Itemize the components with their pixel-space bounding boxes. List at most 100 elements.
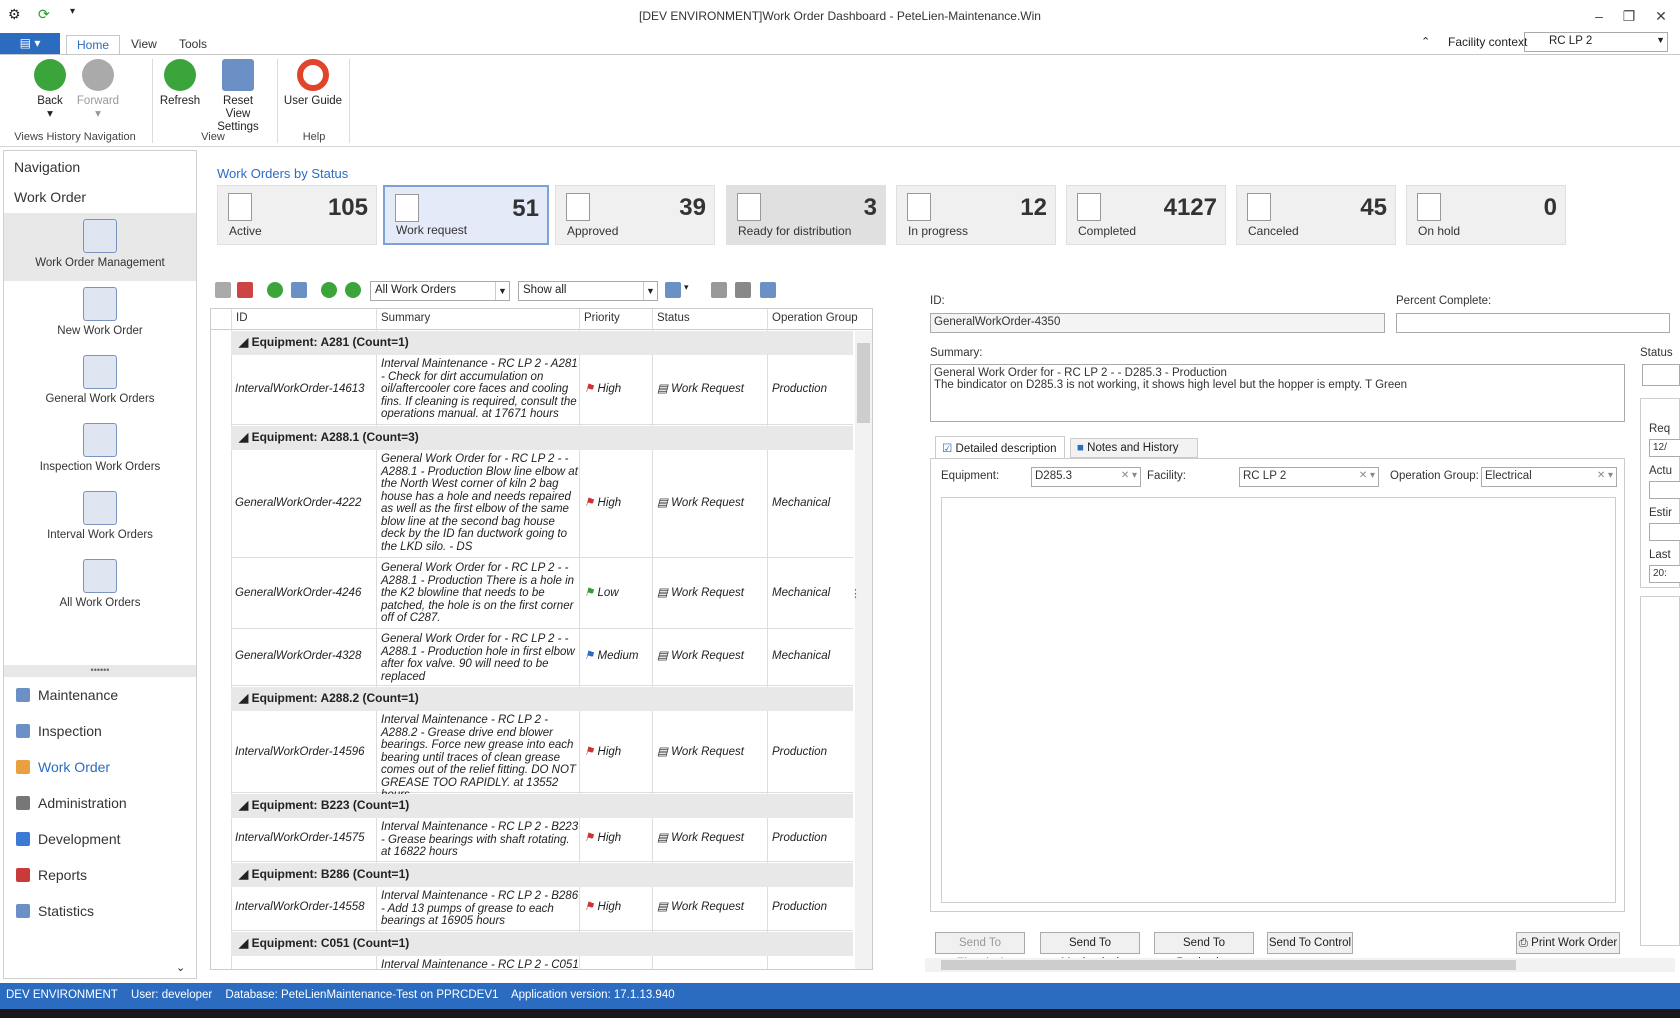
module-statistics[interactable]: Statistics <box>4 893 196 929</box>
tab-notes-and-history[interactable]: ■ Notes and History <box>1070 438 1198 458</box>
status-label: Status <box>1640 347 1673 359</box>
nav-item-new-work-order[interactable]: New Work Order <box>4 281 196 349</box>
group-row[interactable]: ◢ Equipment: C051 (Count=1) <box>231 932 853 956</box>
column-header-status[interactable]: Status <box>657 312 690 324</box>
priority-flag-icon: ⚑ <box>584 901 595 913</box>
module-maintenance[interactable]: Maintenance <box>4 677 196 713</box>
tab-tools[interactable]: Tools <box>169 35 217 54</box>
status-icon: ▤ <box>657 832 668 844</box>
clear-icon[interactable]: ✕ ▾ <box>1121 470 1137 481</box>
file-menu-button[interactable]: ▤ ▾ <box>0 33 60 54</box>
status-field[interactable] <box>1642 364 1680 386</box>
grid-scrollbar[interactable] <box>855 331 872 969</box>
move-down-icon[interactable] <box>345 282 361 298</box>
clear-icon[interactable]: ✕ ▾ <box>1597 470 1613 481</box>
settings-icon[interactable] <box>711 282 727 298</box>
table-row[interactable]: IntervalWorkOrder-14575 Interval Mainten… <box>231 818 853 862</box>
export-icon[interactable] <box>291 282 307 298</box>
status-card-completed[interactable]: 4127 Completed <box>1066 185 1226 245</box>
module-development[interactable]: Development <box>4 821 196 857</box>
status-card-ready-for-distribution[interactable]: 3 Ready for distribution <box>726 185 886 245</box>
group-row[interactable]: ◢ Equipment: B223 (Count=1) <box>231 794 853 818</box>
nav-item-general-work-orders[interactable]: General Work Orders <box>4 349 196 417</box>
module-work-order[interactable]: Work Order <box>4 749 196 785</box>
chevron-down-icon[interactable]: ▾ <box>684 282 689 293</box>
preview-icon[interactable] <box>760 282 776 298</box>
equipment-field[interactable]: D285.3 ✕ ▾ <box>1031 467 1141 487</box>
work-order-filter-select[interactable]: All Work Orders ▼ <box>370 281 510 301</box>
show-filter-select[interactable]: Show all ▼ <box>518 281 658 301</box>
table-row[interactable]: IntervalWorkOrder-14558 Interval Mainten… <box>231 887 853 931</box>
status-card-approved[interactable]: 39 Approved <box>555 185 715 245</box>
dashboard-title: Work Orders by Status <box>217 166 349 181</box>
forward-button[interactable]: Forward ▾ <box>74 59 122 121</box>
group-row[interactable]: ◢ Equipment: A288.2 (Count=1) <box>231 687 853 711</box>
user-guide-button[interactable]: User Guide <box>283 59 343 108</box>
facility-field[interactable]: RC LP 2 ✕ ▾ <box>1239 467 1379 487</box>
tab-content: Equipment: D285.3 ✕ ▾ Facility: RC LP 2 ✕ … <box>930 458 1625 912</box>
status-card-in-progress[interactable]: 12 In progress <box>896 185 1056 245</box>
reset-view-settings-button[interactable]: Reset View Settings <box>210 59 266 134</box>
clear-icon[interactable]: ✕ ▾ <box>1359 470 1375 481</box>
table-row[interactable]: GeneralWorkOrder-4246 General Work Order… <box>231 559 853 629</box>
tab-home[interactable]: Home <box>66 35 121 55</box>
collapse-ribbon-icon[interactable]: ⌃ <box>1421 35 1430 48</box>
percent-complete-field[interactable] <box>1396 313 1670 333</box>
summary-field[interactable]: General Work Order for - RC LP 2 - - D28… <box>930 364 1625 422</box>
group-row[interactable]: ◢ Equipment: A281 (Count=1) <box>231 331 853 355</box>
active-icon <box>228 193 252 221</box>
status-card-work-request[interactable]: 51 Work request <box>383 185 549 245</box>
table-row[interactable]: GeneralWorkOrder-4222 General Work Order… <box>231 450 853 558</box>
horizontal-scrollbar[interactable] <box>925 958 1675 972</box>
status-card-on-hold[interactable]: 0 On hold <box>1406 185 1566 245</box>
group-row[interactable]: ◢ Equipment: A288.1 (Count=3) <box>231 426 853 450</box>
send-to-production-button[interactable]: Send To Production <box>1154 932 1254 969</box>
refresh-button[interactable]: Refresh <box>158 59 202 108</box>
delete-icon[interactable] <box>237 282 253 298</box>
print-work-order-button[interactable]: ⎙ Print Work Order <box>1516 932 1620 954</box>
priority-flag-icon: ⚑ High <box>584 383 622 395</box>
tab-detailed-description[interactable]: ☑ Detailed description <box>935 436 1065 458</box>
module-inspection[interactable]: Inspection <box>4 713 196 749</box>
column-header-priority[interactable]: Priority <box>584 312 620 324</box>
description-editor[interactable] <box>941 497 1616 903</box>
table-row[interactable]: Interval Maintenance - RC LP 2 - C051 - <box>231 956 853 969</box>
work-order-management-icon <box>83 219 117 253</box>
operation-group-field[interactable]: Electrical ✕ ▾ <box>1481 467 1617 487</box>
close-icon[interactable]: ✕ <box>1646 5 1676 27</box>
table-row[interactable]: IntervalWorkOrder-14613 Interval Mainten… <box>231 355 853 425</box>
splitter-handle[interactable]: ⋮ <box>850 587 861 600</box>
print-icon[interactable] <box>735 282 751 298</box>
nav-item-interval-work-orders[interactable]: Interval Work Orders <box>4 485 196 553</box>
column-header-operation-group[interactable]: Operation Group <box>772 312 858 324</box>
table-row[interactable]: GeneralWorkOrder-4328 General Work Order… <box>231 630 853 686</box>
group-row[interactable]: ◢ Equipment: B286 (Count=1) <box>231 863 853 887</box>
splitter-handle[interactable]: •••••• <box>4 665 196 677</box>
minimize-icon[interactable]: – <box>1584 5 1614 27</box>
column-header-id[interactable]: ID <box>236 312 248 324</box>
module-administration[interactable]: Administration <box>4 785 196 821</box>
move-up-icon[interactable] <box>321 282 337 298</box>
layout-icon[interactable] <box>665 282 681 298</box>
nav-item-inspection-work-orders[interactable]: Inspection Work Orders <box>4 417 196 485</box>
refresh-icon[interactable] <box>267 282 283 298</box>
status-card-active[interactable]: 105 Active <box>217 185 377 245</box>
nav-item-work-order-management[interactable]: Work Order Management <box>4 213 196 281</box>
nav-item-all-work-orders[interactable]: All Work Orders <box>4 553 196 621</box>
send-to-electrical-button[interactable]: Send To Electrical <box>935 932 1025 969</box>
send-to-control-button[interactable]: Send To Control <box>1267 932 1353 954</box>
status-card-canceled[interactable]: 45 Canceled <box>1236 185 1396 245</box>
facility-context-label: Facility context <box>1448 35 1528 49</box>
module-reports[interactable]: Reports <box>4 857 196 893</box>
column-header-summary[interactable]: Summary <box>381 312 430 324</box>
id-field[interactable]: GeneralWorkOrder-4350 <box>930 313 1385 333</box>
save-icon[interactable] <box>215 282 231 298</box>
restore-icon[interactable]: ❐ <box>1614 5 1644 27</box>
facility-context-select[interactable]: RC LP 2 ▼ <box>1524 32 1668 52</box>
back-button[interactable]: Back ▾ <box>30 59 70 121</box>
table-row[interactable]: IntervalWorkOrder-14596 Interval Mainten… <box>231 711 853 801</box>
send-to-mechanical-button[interactable]: Send To Mechanical <box>1040 932 1140 969</box>
tab-view[interactable]: View <box>121 35 167 54</box>
forward-arrow-icon <box>82 59 114 91</box>
chevron-down-icon[interactable]: ⌄ <box>176 961 185 974</box>
